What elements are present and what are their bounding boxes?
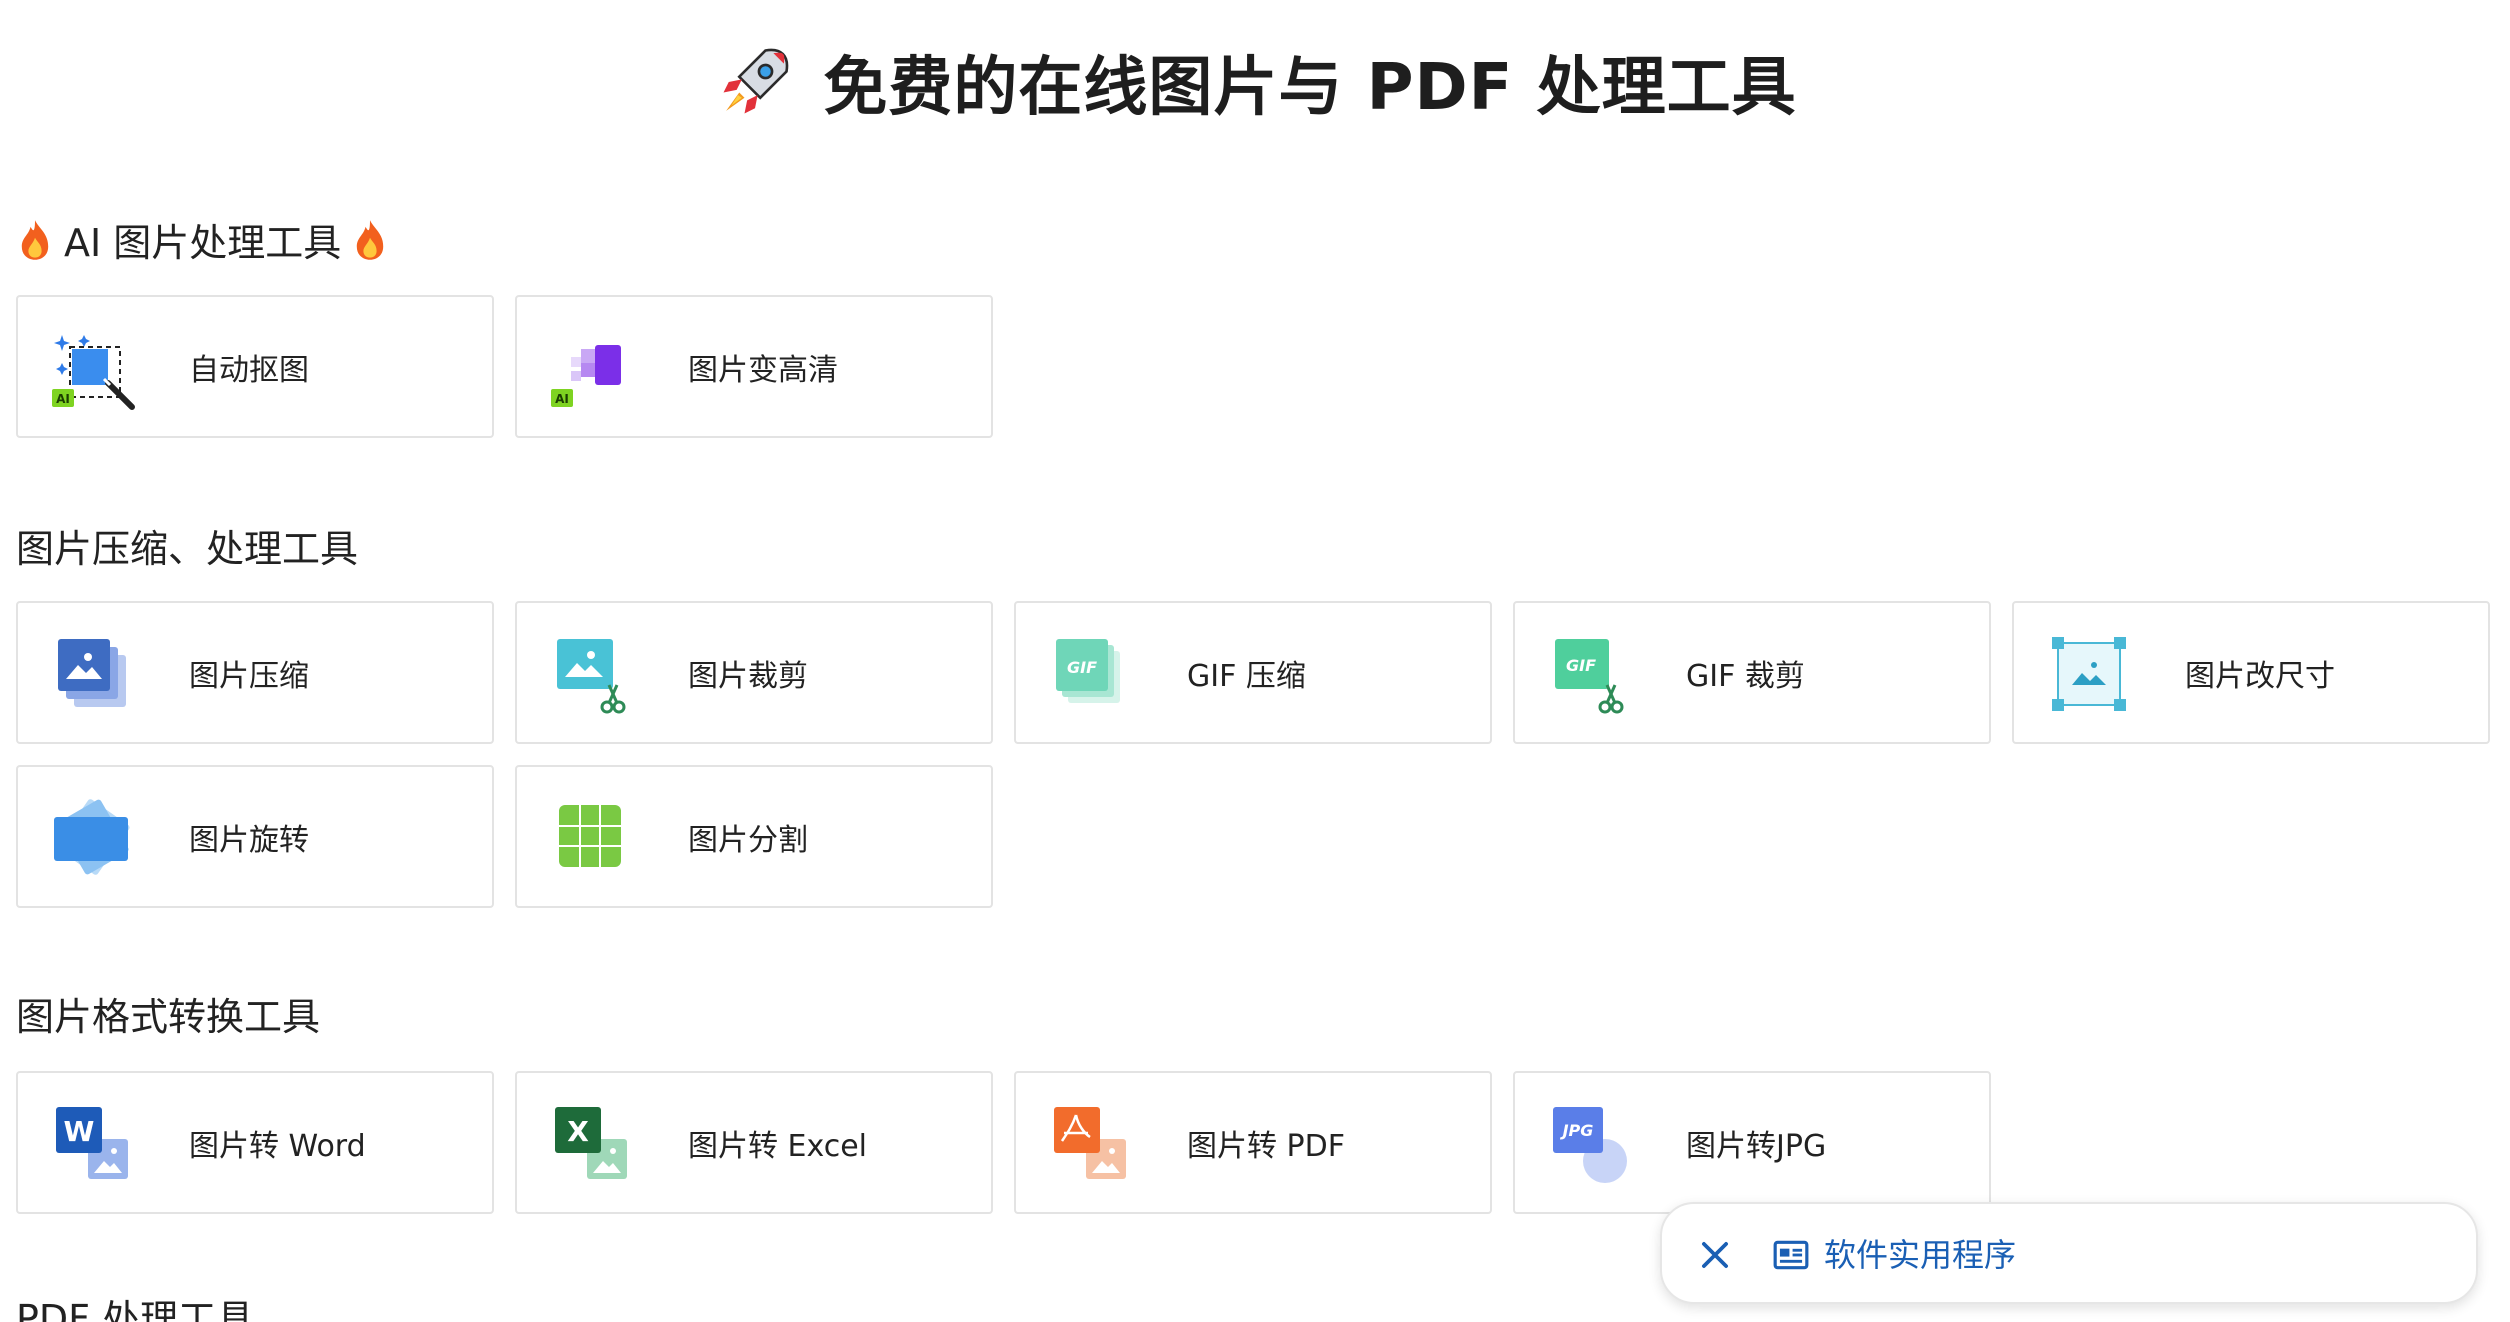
tool-label: 图片变高清 [688,352,838,388]
tool-card-image-compress[interactable]: 图片压缩 [16,601,494,744]
section-title-text: AI 图片处理工具 [64,221,342,265]
tool-card-image-to-word[interactable]: W 图片转 Word [16,1071,494,1214]
section-title-text: 图片格式转换工具 [16,995,321,1039]
pdf-icon [1054,1107,1126,1179]
svg-text:GIF: GIF [1067,658,1097,677]
tool-label: 图片转 Word [189,1128,366,1164]
section-title-text: 图片压缩、处理工具 [16,527,359,571]
fire-icon [357,219,384,260]
tool-card-image-crop[interactable]: 图片裁剪 [515,601,993,744]
section-title-ai: AI 图片处理工具 [16,212,389,267]
gif-crop-icon: GIF [1555,639,1624,714]
software-utility-toast: 软件实用程序 [1660,1202,2478,1304]
section-title-image-processing: 图片压缩、处理工具 [16,518,358,573]
svg-text:AI: AI [56,392,70,406]
svg-text:X: X [567,1115,589,1148]
fire-icon [21,219,49,260]
tool-card-upscale[interactable]: AI 图片变高清 [515,295,993,438]
tool-card-image-rotate[interactable]: 图片旋转 [16,765,494,908]
tool-card-image-split[interactable]: 图片分割 [515,765,993,908]
tool-label: 图片裁剪 [688,658,808,694]
svg-text:W: W [64,1115,95,1148]
gif-compress-icon: GIF [1056,639,1120,703]
tool-card-image-resize[interactable]: 图片改尺寸 [2012,601,2490,744]
app-window-icon [1773,1240,1809,1270]
tool-card-image-to-pdf[interactable]: 图片转 PDF [1014,1071,1492,1214]
image-rotate-icon [54,799,130,875]
toast-label[interactable]: 软件实用程序 [1824,1230,2016,1276]
tool-card-gif-crop[interactable]: GIF GIF 裁剪 [1513,601,1991,744]
tool-card-image-to-excel[interactable]: X 图片转 Excel [515,1071,993,1214]
tool-label: 图片分割 [688,822,808,858]
tool-label: 图片转JPG [1686,1128,1827,1164]
tool-label: GIF 压缩 [1187,658,1306,694]
svg-text:AI: AI [555,392,569,406]
section-title-pdf-tools: PDF 处理工具 [16,1297,255,1322]
tool-label: 图片压缩 [189,658,309,694]
tool-card-gif-compress[interactable]: GIF GIF 压缩 [1014,601,1492,744]
rocket-icon [723,48,789,114]
tool-label: GIF 裁剪 [1686,658,1805,694]
image-split-icon [559,805,621,867]
tool-card-image-to-jpg[interactable]: JPG 图片转JPG [1513,1071,1991,1214]
image-crop-icon [557,639,626,714]
tool-label: 图片旋转 [189,822,309,858]
section-title-format-conversion: 图片格式转换工具 [16,986,320,1041]
close-icon[interactable] [1696,1236,1734,1274]
excel-icon: X [555,1107,627,1179]
ai-cutout-icon: AI [52,335,135,410]
tool-label: 图片改尺寸 [2185,658,2335,694]
tool-label: 图片转 Excel [688,1128,868,1164]
jpg-icon: JPG [1553,1107,1627,1183]
word-icon: W [56,1107,128,1179]
svg-text:GIF: GIF [1566,656,1596,675]
image-compress-icon [58,639,126,707]
page: 免费的在线图片与 PDF 处理工具 AI 图片处理工具 AI 自动抠图 AI 图… [0,0,2510,1322]
svg-text:JPG: JPG [1560,1121,1594,1140]
image-resize-icon [2052,637,2126,711]
tool-label: 图片转 PDF [1187,1128,1345,1164]
tool-card-auto-cutout[interactable]: AI 自动抠图 [16,295,494,438]
page-title: 免费的在线图片与 PDF 处理工具 [823,51,1797,125]
page-header: 免费的在线图片与 PDF 处理工具 [0,36,2510,128]
tool-label: 自动抠图 [189,352,309,388]
ai-upscale-icon: AI [551,345,621,407]
